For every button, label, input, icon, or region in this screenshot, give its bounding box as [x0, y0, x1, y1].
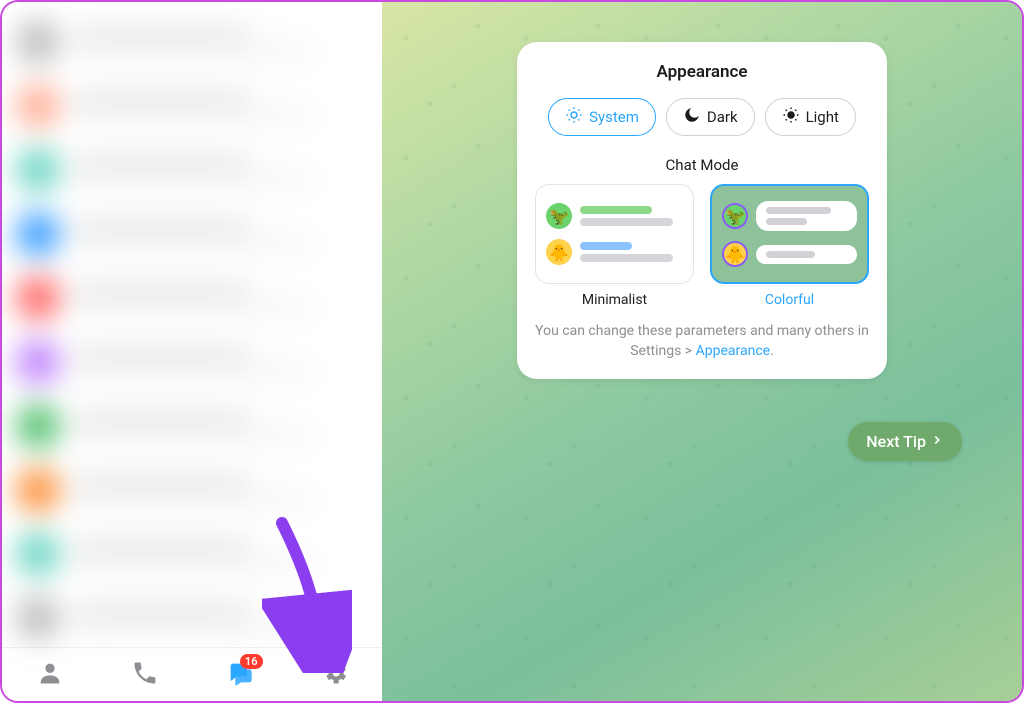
contacts-tab[interactable] [35, 660, 65, 690]
avatar-icon: 🦖 [722, 203, 748, 229]
chat-item[interactable] [2, 522, 382, 586]
moon-icon [683, 106, 701, 128]
card-title: Appearance [535, 62, 869, 82]
chat-item[interactable] [2, 138, 382, 202]
chat-list [2, 2, 382, 647]
avatar-icon: 🐥 [722, 241, 748, 267]
appearance-link[interactable]: Appearance [696, 343, 770, 359]
mode-minimalist[interactable]: 🦖 🐥 Minimalist [535, 184, 694, 308]
footer-suffix: . [770, 343, 774, 359]
main-panel: Appearance System Dark [382, 2, 1022, 701]
chevron-right-icon [930, 432, 944, 451]
theme-light-button[interactable]: Light [765, 98, 856, 136]
mode-colorful-preview: 🦖 🐥 [710, 184, 869, 284]
mode-minimalist-preview: 🦖 🐥 [535, 184, 694, 284]
avatar-icon: 🐥 [546, 239, 572, 265]
chat-item[interactable] [2, 458, 382, 522]
mode-colorful-label: Colorful [710, 292, 869, 308]
footer-note: You can change these parameters and many… [535, 322, 869, 361]
theme-dark-button[interactable]: Dark [666, 98, 755, 136]
chat-item[interactable] [2, 586, 382, 647]
mode-colorful[interactable]: 🦖 🐥 Colorful [710, 184, 869, 308]
unread-badge: 16 [240, 654, 263, 669]
chats-tab[interactable]: 16 [225, 660, 255, 690]
chat-item[interactable] [2, 394, 382, 458]
settings-tab[interactable] [320, 660, 350, 690]
calls-tab[interactable] [130, 660, 160, 690]
chat-item[interactable] [2, 10, 382, 74]
chat-item[interactable] [2, 330, 382, 394]
theme-system-button[interactable]: System [548, 98, 656, 136]
chat-mode-title: Chat Mode [535, 156, 869, 174]
phone-icon [131, 659, 159, 691]
gear-icon [321, 659, 349, 691]
chat-item[interactable] [2, 202, 382, 266]
avatar-icon: 🦖 [546, 203, 572, 229]
system-icon [565, 106, 583, 128]
chat-item[interactable] [2, 74, 382, 138]
chat-item[interactable] [2, 266, 382, 330]
sidebar: 16 [2, 2, 382, 701]
theme-selector: System Dark Light [535, 98, 869, 136]
mode-minimalist-label: Minimalist [535, 292, 694, 308]
next-tip-label: Next Tip [866, 432, 926, 451]
bottom-nav: 16 [2, 647, 382, 701]
sun-icon [782, 106, 800, 128]
theme-system-label: System [589, 108, 639, 126]
theme-dark-label: Dark [707, 108, 738, 126]
next-tip-button[interactable]: Next Tip [848, 422, 962, 461]
chat-mode-row: 🦖 🐥 Minimalist 🦖 [535, 184, 869, 308]
person-icon [36, 659, 64, 691]
theme-light-label: Light [806, 108, 839, 126]
appearance-card: Appearance System Dark [517, 42, 887, 379]
